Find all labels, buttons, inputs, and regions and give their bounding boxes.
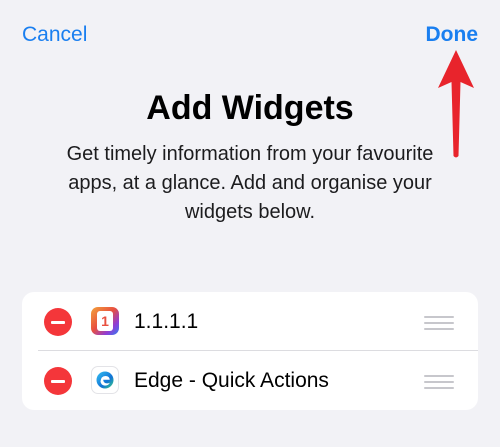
microsoft-edge-app-icon [91,366,119,394]
minus-circle-icon[interactable] [44,308,72,336]
cancel-button[interactable]: Cancel [22,22,87,48]
page-title: Add Widgets [146,89,354,127]
done-button[interactable]: Done [426,22,479,48]
minus-circle-icon[interactable] [44,367,72,395]
widget-label: 1.1.1.1 [134,310,199,333]
drag-handle-icon[interactable] [424,373,454,389]
page-subtitle: Get timely information from your favouri… [66,143,434,223]
widget-list: 1 1.1.1.1 Edge - Quick Actions [22,292,478,410]
widget-row-edge: Edge - Quick Actions [22,351,478,410]
widget-label: Edge - Quick Actions [134,369,329,392]
drag-handle-icon[interactable] [424,314,454,330]
cloudflare-1111-app-icon: 1 [91,307,119,335]
widget-row-1111: 1 1.1.1.1 [22,292,478,351]
